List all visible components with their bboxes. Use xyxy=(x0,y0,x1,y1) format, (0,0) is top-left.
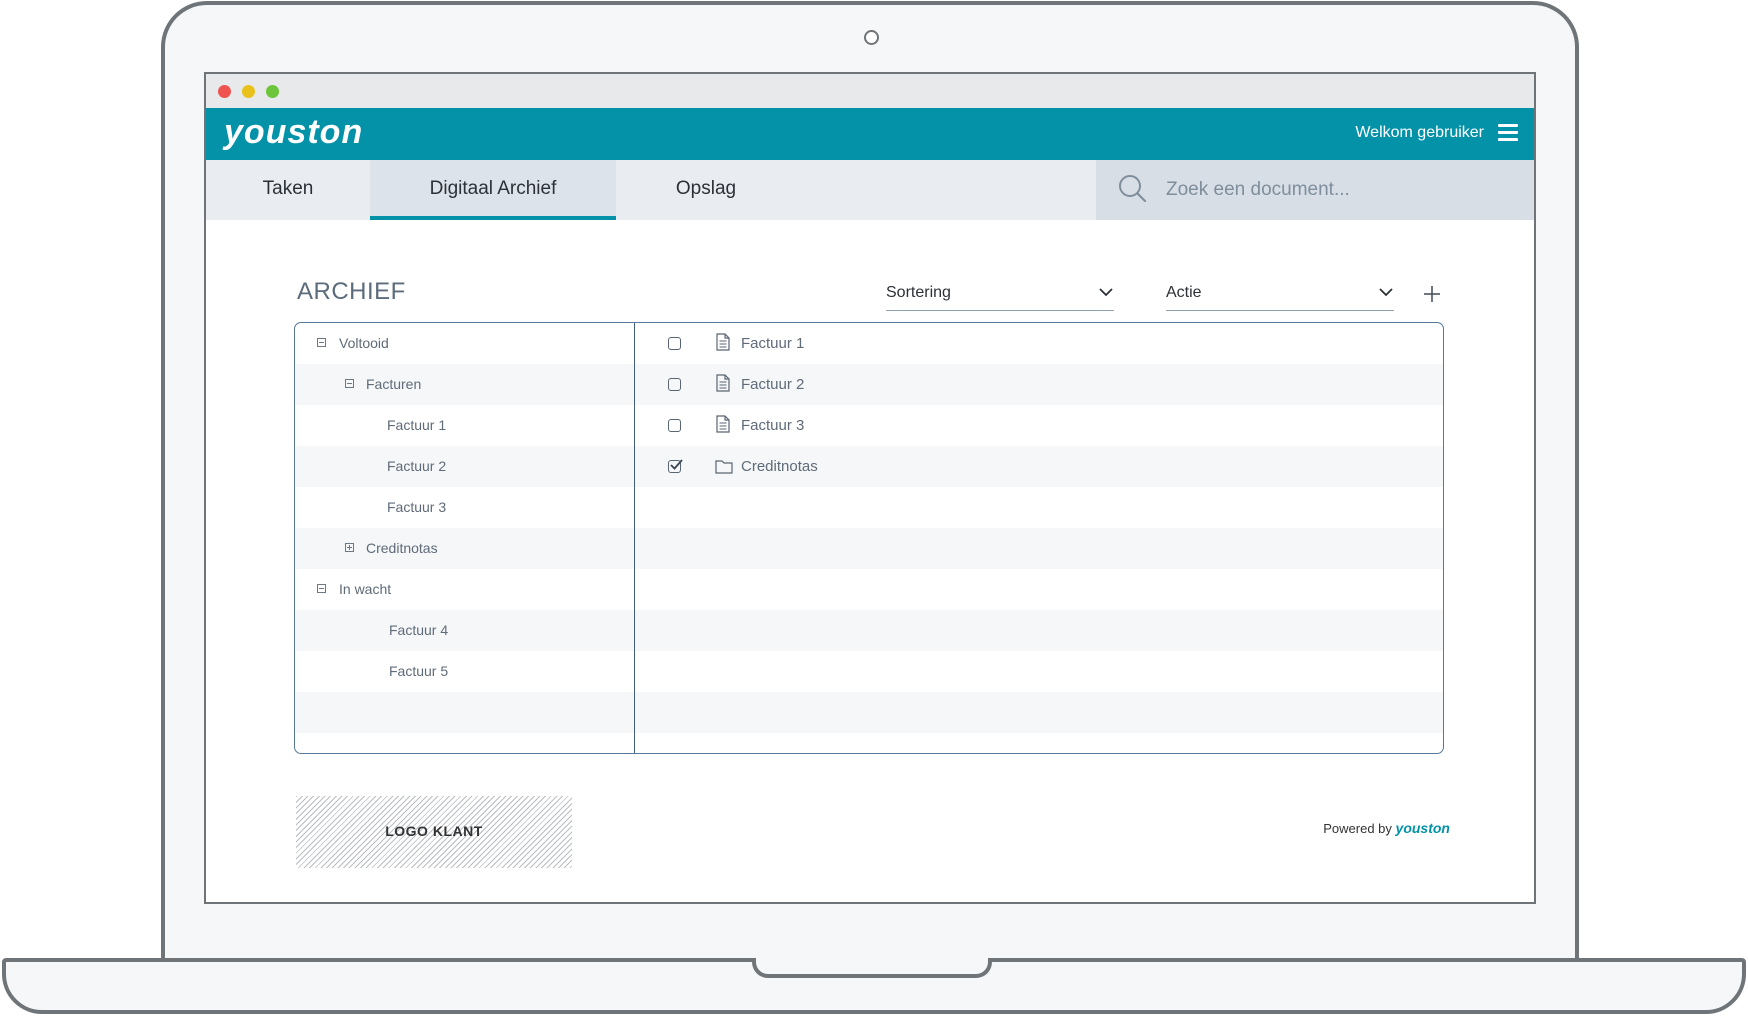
list-item[interactable]: Factuur 3 xyxy=(635,405,1443,446)
row-checkbox[interactable] xyxy=(668,419,681,432)
search-icon[interactable] xyxy=(1118,174,1146,202)
sort-dropdown-label: Sortering xyxy=(886,284,951,301)
add-plus-icon[interactable] xyxy=(1422,284,1442,304)
minimize-window-button[interactable] xyxy=(242,85,255,98)
document-icon xyxy=(716,374,730,392)
welcome-user-text: Welkom gebruiker xyxy=(1355,124,1484,141)
tab-opslag[interactable]: Opslag xyxy=(616,160,796,220)
search-bar xyxy=(1096,160,1534,220)
empty-row xyxy=(635,692,1443,733)
empty-row xyxy=(635,610,1443,651)
client-logo-text: LOGO KLANT xyxy=(385,823,483,839)
tab-taken[interactable]: Taken xyxy=(206,160,370,220)
tree-item-label: Creditnotas xyxy=(366,540,438,556)
file-name[interactable]: Factuur 1 xyxy=(741,335,804,352)
tree-item-label: Factuur 3 xyxy=(387,499,447,515)
document-icon xyxy=(716,415,730,433)
tree-item-label: Facturen xyxy=(366,376,422,392)
list-item[interactable]: Factuur 1 xyxy=(635,323,1443,364)
app-header: youston Welkom gebruiker xyxy=(206,108,1534,160)
tree-item-creditnotas[interactable]: Creditnotas xyxy=(295,528,634,569)
collapse-toggle-icon[interactable] xyxy=(317,584,326,593)
powered-by: Powered by youston xyxy=(1323,820,1450,836)
camera-icon xyxy=(864,30,879,45)
browser-window: youston Welkom gebruiker Taken Digitaal … xyxy=(204,72,1536,904)
tree-item-facturen[interactable]: Facturen xyxy=(295,364,634,405)
page-title: ARCHIEF xyxy=(297,278,406,305)
tree-item-factuur-5[interactable]: Factuur 5 xyxy=(295,651,634,692)
file-list: Factuur 1 Factuur 2 Factuur 3 Creditnota… xyxy=(635,323,1443,753)
search-input[interactable] xyxy=(1164,174,1508,206)
file-name[interactable]: Factuur 3 xyxy=(741,417,804,434)
action-dropdown-label: Actie xyxy=(1166,284,1202,301)
folder-icon xyxy=(715,460,733,474)
tree-item-factuur-1[interactable]: Factuur 1 xyxy=(295,405,634,446)
main-navigation: Taken Digitaal Archief Opslag xyxy=(206,160,1534,220)
list-item[interactable]: Creditnotas xyxy=(635,446,1443,487)
row-checkbox-checked[interactable] xyxy=(668,459,683,473)
file-name[interactable]: Factuur 2 xyxy=(741,376,804,393)
chevron-down-icon xyxy=(1379,288,1393,297)
tree-item-label: Factuur 4 xyxy=(389,622,449,638)
row-checkbox[interactable] xyxy=(668,378,681,391)
empty-row xyxy=(635,487,1443,528)
list-item[interactable]: Factuur 2 xyxy=(635,364,1443,405)
empty-row xyxy=(635,569,1443,610)
powered-by-text: Powered by xyxy=(1323,821,1392,836)
close-window-button[interactable] xyxy=(218,85,231,98)
tree-item-factuur-2[interactable]: Factuur 2 xyxy=(295,446,634,487)
tree-item-factuur-4[interactable]: Factuur 4 xyxy=(295,610,634,651)
tree-item-label: In wacht xyxy=(339,581,392,597)
expand-toggle-icon[interactable] xyxy=(345,543,354,552)
action-dropdown[interactable]: Actie xyxy=(1166,280,1394,311)
tree-item-label: Factuur 5 xyxy=(389,663,449,679)
empty-row xyxy=(635,528,1443,569)
maximize-window-button[interactable] xyxy=(266,85,279,98)
tree-item-label: Factuur 2 xyxy=(387,458,447,474)
tree-item-label: Factuur 1 xyxy=(387,417,447,433)
file-name[interactable]: Creditnotas xyxy=(741,458,818,475)
tree-item-voltooid[interactable]: Voltooid xyxy=(295,323,634,364)
collapse-toggle-icon[interactable] xyxy=(317,338,326,347)
checkmark-icon xyxy=(670,459,683,470)
hamburger-menu-icon[interactable] xyxy=(1498,124,1518,142)
tree-item-label: Voltooid xyxy=(339,335,389,351)
laptop-notch xyxy=(752,958,992,978)
sort-dropdown[interactable]: Sortering xyxy=(886,280,1114,311)
document-icon xyxy=(716,333,730,351)
brand-logo[interactable]: youston xyxy=(224,113,363,152)
client-logo-placeholder: LOGO KLANT xyxy=(296,796,572,868)
row-checkbox[interactable] xyxy=(668,337,681,350)
powered-by-brand[interactable]: youston xyxy=(1396,820,1450,836)
tree-item-in-wacht[interactable]: In wacht xyxy=(295,569,634,610)
folder-tree: Voltooid Facturen Factuur 1 Factuur 2 Fa… xyxy=(295,323,635,753)
tab-digitaal-archief[interactable]: Digitaal Archief xyxy=(370,160,616,220)
collapse-toggle-icon[interactable] xyxy=(345,379,354,388)
archive-panel: Voltooid Facturen Factuur 1 Factuur 2 Fa… xyxy=(294,322,1444,754)
chevron-down-icon xyxy=(1099,288,1113,297)
tree-item-factuur-3[interactable]: Factuur 3 xyxy=(295,487,634,528)
window-titlebar xyxy=(206,74,1534,108)
empty-row xyxy=(635,651,1443,692)
tree-empty-row xyxy=(295,692,634,733)
